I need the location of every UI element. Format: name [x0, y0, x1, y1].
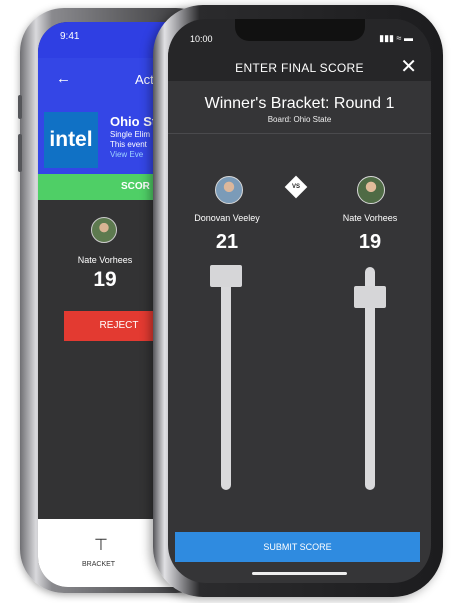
status-icons: ▮▮▮ ≈ ▬ — [379, 33, 413, 44]
modal-title: ENTER FINAL SCORE — [235, 61, 364, 75]
score-slider-thumb-left[interactable] — [210, 265, 242, 287]
avatar — [215, 176, 243, 204]
intel-logo: intel — [44, 112, 98, 168]
side-button — [18, 95, 22, 119]
player-score-right: 19 — [358, 231, 382, 253]
view-event-link[interactable]: View Eve — [110, 150, 143, 159]
event-note: This event — [110, 140, 147, 149]
front-phone-screen: 10:00 ▮▮▮ ≈ ▬ ENTER FINAL SCORE ✕ Winner… — [168, 19, 431, 583]
player-name-left: Donovan Veeley — [194, 213, 260, 223]
home-indicator — [252, 572, 347, 575]
status-time: 9:41 — [60, 31, 80, 42]
submit-score-button[interactable]: SUBMIT SCORE — [175, 532, 420, 562]
back-arrow-icon[interactable]: ← — [56, 70, 71, 87]
score-slider-thumb-right[interactable] — [354, 286, 386, 308]
board-label: Board: Ohio State — [267, 115, 332, 124]
tab-bracket-label[interactable]: BRACKET — [82, 561, 115, 568]
signal-icon: ▮▮▮ — [379, 33, 395, 43]
avatar — [91, 217, 117, 243]
status-time: 10:00 — [190, 34, 213, 44]
modal-header: 10:00 ▮▮▮ ≈ ▬ ENTER FINAL SCORE ✕ — [168, 19, 431, 81]
close-icon[interactable]: ✕ — [400, 57, 417, 77]
avatar — [357, 176, 385, 204]
battery-icon: ▬ — [404, 33, 413, 43]
round-title: Winner's Bracket: Round 1 — [204, 95, 395, 112]
player-name-right: Nate Vorhees — [342, 213, 398, 223]
nav-title: Act — [135, 72, 154, 87]
vs-label: VS — [291, 184, 300, 190]
divider — [168, 133, 431, 134]
score-slider-track-left[interactable] — [221, 267, 231, 490]
wifi-icon: ≈ — [396, 33, 402, 43]
event-format: Single Elim — [110, 130, 151, 139]
bracket-icon[interactable]: ⊤ — [94, 535, 108, 555]
side-button — [18, 134, 22, 172]
phone-notch — [235, 19, 365, 41]
player-score: 19 — [93, 268, 117, 291]
player-name: Nate Vorhees — [77, 255, 133, 265]
event-title: Ohio St — [110, 114, 157, 129]
player-score-left: 21 — [215, 231, 239, 253]
event-subtitle: Single Elim This event — [110, 130, 150, 150]
